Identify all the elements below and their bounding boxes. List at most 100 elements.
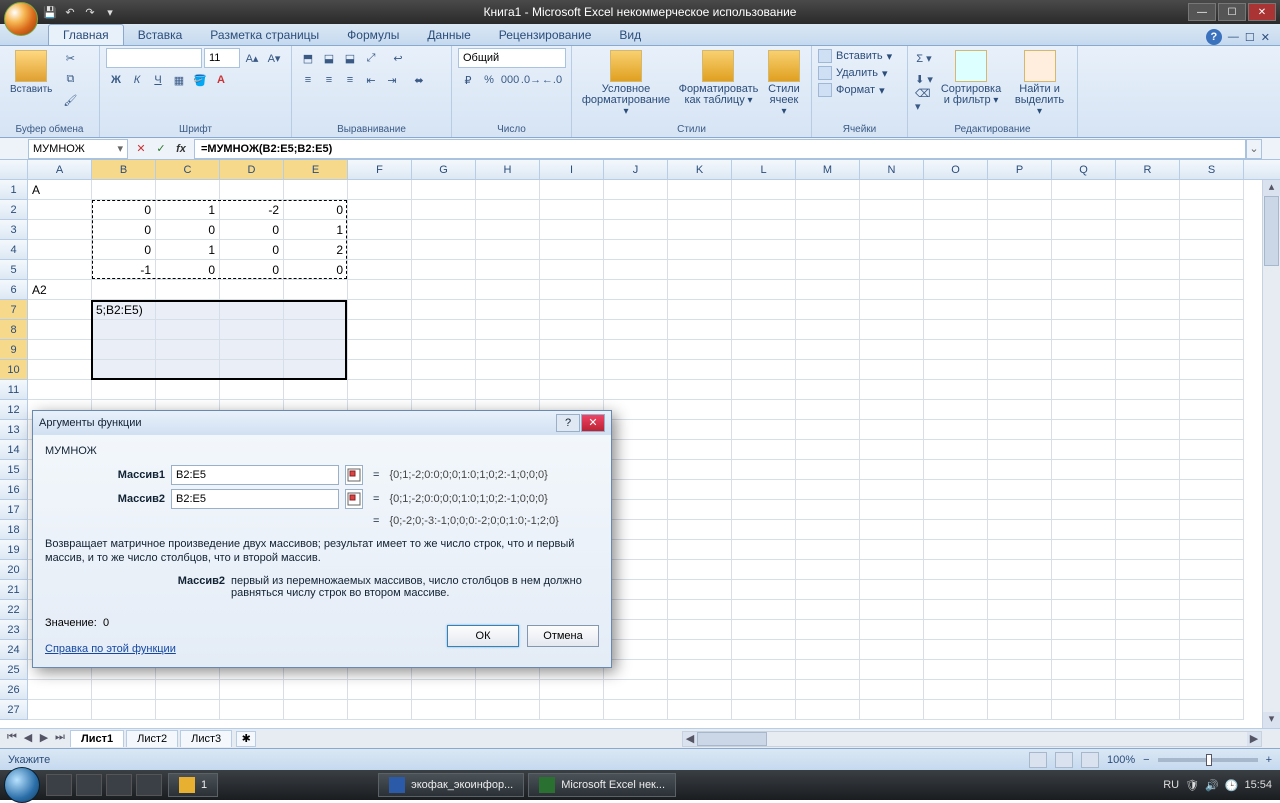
column-header[interactable]: P: [988, 160, 1052, 179]
cell[interactable]: [796, 340, 860, 360]
cell[interactable]: [284, 360, 348, 380]
cell[interactable]: [284, 300, 348, 320]
autosum-icon[interactable]: Σ ▾: [914, 48, 934, 68]
cell[interactable]: [796, 700, 860, 720]
sheet-nav-next-icon[interactable]: ▶: [36, 731, 52, 747]
select-all-corner[interactable]: [0, 160, 28, 179]
cell[interactable]: [412, 340, 476, 360]
merge-icon[interactable]: ⬌: [403, 70, 435, 90]
arg1-refedit-icon[interactable]: [345, 465, 363, 485]
cell[interactable]: [732, 340, 796, 360]
cell[interactable]: [860, 440, 924, 460]
taskbar-task-excel[interactable]: Microsoft Excel нек...: [528, 773, 676, 797]
cell[interactable]: [1180, 420, 1244, 440]
wrap-text-icon[interactable]: ↩: [382, 48, 414, 68]
cell[interactable]: [988, 380, 1052, 400]
cell[interactable]: [604, 440, 668, 460]
cell[interactable]: [28, 340, 92, 360]
chevron-down-icon[interactable]: ▾: [117, 142, 123, 155]
cell[interactable]: [796, 220, 860, 240]
cell[interactable]: [284, 340, 348, 360]
cell[interactable]: [1052, 640, 1116, 660]
view-pagebreak-icon[interactable]: [1081, 752, 1099, 768]
cell[interactable]: [796, 180, 860, 200]
cell[interactable]: A: [28, 180, 92, 200]
cell[interactable]: [732, 700, 796, 720]
cell[interactable]: [796, 640, 860, 660]
cell[interactable]: 0: [220, 220, 284, 240]
cell[interactable]: [732, 320, 796, 340]
currency-icon[interactable]: ₽: [458, 70, 478, 90]
tab-formulas[interactable]: Формулы: [333, 25, 413, 45]
cell[interactable]: [732, 520, 796, 540]
cell[interactable]: [668, 680, 732, 700]
row-header[interactable]: 15: [0, 460, 28, 480]
cell[interactable]: [924, 280, 988, 300]
row-header[interactable]: 19: [0, 540, 28, 560]
function-help-link[interactable]: Справка по этой функции: [45, 643, 176, 655]
cell[interactable]: [604, 460, 668, 480]
find-select-button[interactable]: Найти ивыделить ▾: [1008, 48, 1071, 119]
arg2-refedit-icon[interactable]: [345, 489, 363, 509]
maximize-button[interactable]: ☐: [1218, 3, 1246, 21]
cell[interactable]: [476, 200, 540, 220]
cell[interactable]: [1052, 180, 1116, 200]
cell[interactable]: [1052, 600, 1116, 620]
close-button[interactable]: ✕: [1248, 3, 1276, 21]
cell[interactable]: [604, 400, 668, 420]
cell[interactable]: [220, 340, 284, 360]
cell[interactable]: [796, 460, 860, 480]
cell[interactable]: [668, 460, 732, 480]
cell[interactable]: [668, 380, 732, 400]
cell[interactable]: [28, 360, 92, 380]
cell[interactable]: [860, 700, 924, 720]
cell[interactable]: [1052, 680, 1116, 700]
cell[interactable]: [924, 680, 988, 700]
decrease-font-icon[interactable]: A▾: [264, 48, 284, 68]
decrease-indent-icon[interactable]: ⇤: [361, 70, 381, 90]
cell[interactable]: [1180, 320, 1244, 340]
row-header[interactable]: 1: [0, 180, 28, 200]
cell[interactable]: [1180, 620, 1244, 640]
cell[interactable]: [348, 360, 412, 380]
cell[interactable]: [284, 280, 348, 300]
cell[interactable]: [220, 300, 284, 320]
cell[interactable]: [92, 700, 156, 720]
cell[interactable]: [604, 540, 668, 560]
cell[interactable]: [1180, 500, 1244, 520]
taskbar-shortcut-1[interactable]: [46, 774, 72, 796]
cell[interactable]: [92, 380, 156, 400]
cell[interactable]: [668, 220, 732, 240]
cell[interactable]: [1180, 600, 1244, 620]
minimize-button[interactable]: —: [1188, 3, 1216, 21]
cell[interactable]: [1052, 340, 1116, 360]
cell[interactable]: [924, 380, 988, 400]
cell[interactable]: [540, 240, 604, 260]
cell[interactable]: [1180, 200, 1244, 220]
cell[interactable]: 0: [220, 240, 284, 260]
cell[interactable]: [348, 240, 412, 260]
cell[interactable]: [732, 600, 796, 620]
cell[interactable]: [1116, 260, 1180, 280]
cell[interactable]: [1116, 660, 1180, 680]
cell[interactable]: [924, 660, 988, 680]
cell[interactable]: [604, 260, 668, 280]
cell[interactable]: [668, 560, 732, 580]
font-size-combo[interactable]: [204, 48, 240, 68]
tab-data[interactable]: Данные: [413, 25, 484, 45]
cell[interactable]: [540, 220, 604, 240]
cell[interactable]: [1116, 180, 1180, 200]
cell[interactable]: [988, 320, 1052, 340]
cell[interactable]: [796, 200, 860, 220]
column-header[interactable]: D: [220, 160, 284, 179]
taskbar-task-word[interactable]: экофак_экоинфор...: [378, 773, 524, 797]
cell[interactable]: [604, 280, 668, 300]
tray-icon-3[interactable]: 🕒: [1225, 779, 1239, 792]
qat-customize-icon[interactable]: ▾: [102, 4, 118, 20]
cell[interactable]: [412, 680, 476, 700]
cell[interactable]: [476, 240, 540, 260]
cell[interactable]: [1180, 700, 1244, 720]
cell[interactable]: [1180, 260, 1244, 280]
cell[interactable]: 0: [92, 240, 156, 260]
tray-icon-2[interactable]: 🔊: [1205, 779, 1219, 792]
